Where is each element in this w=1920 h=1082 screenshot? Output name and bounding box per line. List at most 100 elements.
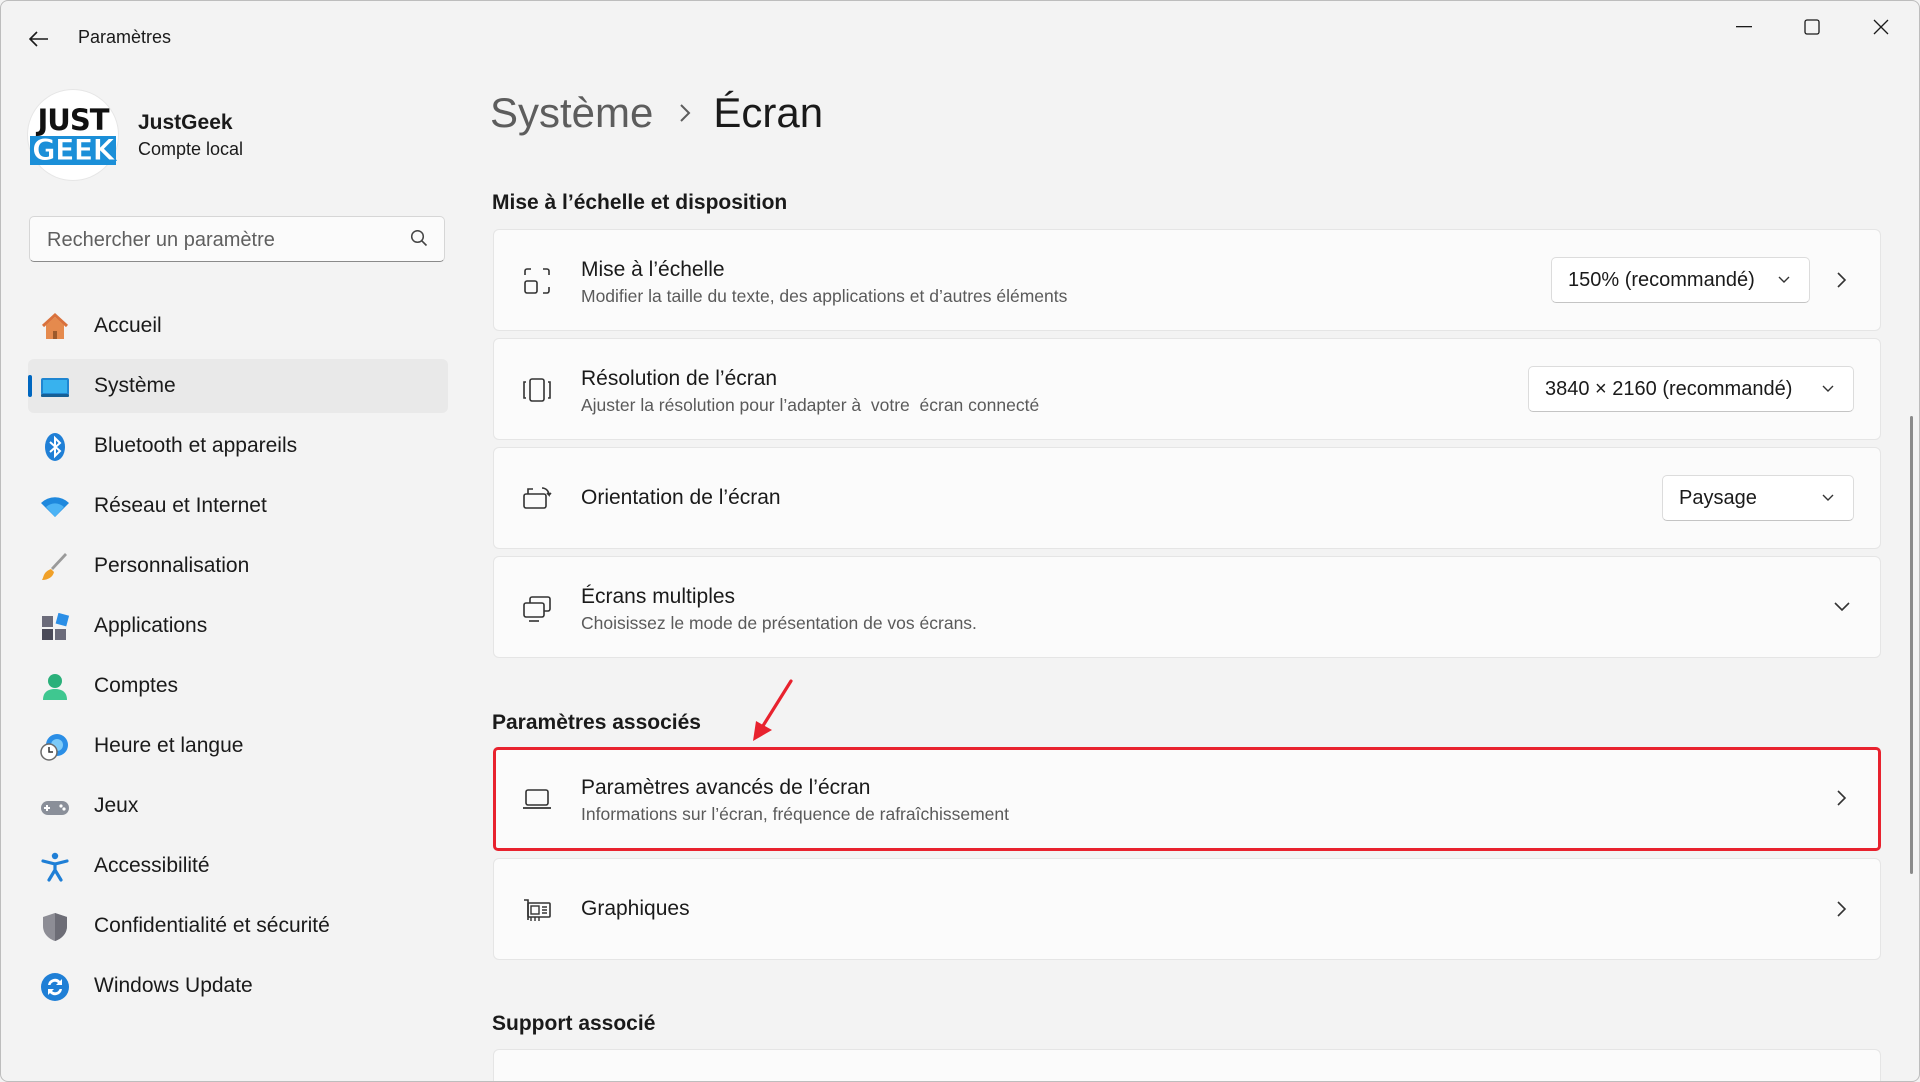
scale-dropdown[interactable]: 150% (recommandé): [1551, 257, 1810, 303]
orientation-icon: [520, 482, 554, 516]
multiple-displays-title: Écrans multiples: [581, 585, 736, 608]
sidebar-item-label: Réseau et Internet: [94, 494, 267, 517]
breadcrumb-parent[interactable]: Système: [490, 89, 653, 137]
sidebar-item-label: Heure et langue: [94, 734, 244, 757]
advanced-display-title: Paramètres avancés de l’écran: [581, 776, 871, 799]
chevron-down-icon: [1821, 381, 1835, 395]
system-icon: [40, 372, 70, 402]
resolution-dropdown[interactable]: 3840 × 2160 (recommandé): [1528, 366, 1854, 412]
multiple-displays-subtitle: Choisissez le mode de présentation de vo…: [581, 613, 977, 633]
sidebar-item-jeux[interactable]: Jeux: [28, 779, 448, 833]
brush-icon: [40, 552, 70, 582]
sidebar-item-label: Comptes: [94, 674, 179, 697]
annotation-arrow: [749, 677, 795, 743]
maximize-button[interactable]: [1782, 7, 1842, 47]
graphics-card[interactable]: Graphiques: [493, 858, 1881, 960]
user-profile[interactable]: JUST GEEK JustGeek Compte local: [28, 89, 243, 181]
resolution-subtitle: Ajuster la résolution pour l’adapter à v…: [581, 395, 1040, 415]
accessibility-icon: [40, 852, 70, 882]
orientation-dropdown-value: Paysage: [1679, 486, 1757, 509]
minimize-button[interactable]: [1714, 7, 1774, 47]
home-icon: [40, 312, 70, 342]
chevron-down-icon: [1821, 490, 1835, 504]
avatar: JUST GEEK: [28, 90, 118, 180]
accounts-icon: [40, 672, 70, 702]
bluetooth-icon: [40, 432, 70, 462]
scale-icon: [520, 264, 554, 298]
laptop-icon: [520, 782, 554, 816]
update-icon: [40, 972, 70, 1002]
breadcrumb-chevron-icon: [679, 103, 691, 123]
sidebar-item-bluetooth[interactable]: Bluetooth et appareils: [28, 419, 448, 473]
gamepad-icon: [40, 792, 70, 822]
search-icon[interactable]: [410, 229, 428, 247]
advanced-display-subtitle: Informations sur l’écran, fréquence de r…: [581, 804, 1009, 824]
maximize-icon: [1804, 19, 1820, 35]
sidebar-item-label: Bluetooth et appareils: [94, 434, 298, 457]
orientation-title: Orientation de l’écran: [581, 486, 781, 509]
support-card[interactable]: [493, 1049, 1881, 1081]
chevron-right-icon[interactable]: [1832, 788, 1852, 808]
apps-icon: [40, 612, 70, 642]
sidebar-item-label: Applications: [94, 614, 208, 637]
sidebar-item-comptes[interactable]: Comptes: [28, 659, 448, 713]
profile-name: JustGeek: [138, 110, 233, 134]
sidebar-item-applications[interactable]: Applications: [28, 599, 448, 653]
sidebar-item-reseau[interactable]: Réseau et Internet: [28, 479, 448, 533]
shield-icon: [40, 912, 70, 942]
search-box[interactable]: [29, 216, 445, 263]
graphics-card-icon: [520, 893, 554, 927]
multiple-displays-icon: [520, 591, 554, 625]
sidebar-item-label: Accueil: [94, 314, 162, 337]
page-title: Écran: [713, 89, 824, 136]
close-icon: [1873, 19, 1889, 35]
multiple-displays-card[interactable]: Écrans multiples Choisissez le mode de p…: [493, 556, 1881, 658]
sidebar-item-systeme[interactable]: Système: [28, 359, 448, 413]
resolution-setting-card[interactable]: Résolution de l’écran Ajuster la résolut…: [493, 338, 1881, 440]
sidebar-item-label: Personnalisation: [94, 554, 250, 577]
chevron-right-icon[interactable]: [1832, 270, 1852, 290]
scale-setting-card[interactable]: Mise à l’échelle Modifier la taille du t…: [493, 229, 1881, 331]
scale-dropdown-value: 150% (recommandé): [1568, 268, 1755, 291]
wifi-icon: [40, 492, 70, 522]
chevron-down-icon: [1777, 272, 1791, 286]
sidebar-item-label: Accessibilité: [94, 854, 210, 877]
back-arrow-icon: [29, 31, 49, 47]
title-bar: Paramètres: [1, 1, 1919, 71]
sidebar-item-label: Windows Update: [94, 974, 253, 997]
time-language-icon: [40, 732, 70, 762]
chevron-down-icon[interactable]: [1832, 597, 1852, 617]
sidebar-item-windows-update[interactable]: Windows Update: [28, 959, 448, 1013]
breadcrumb: Système Écran: [490, 89, 823, 137]
back-button[interactable]: [21, 21, 57, 57]
minimize-icon: [1736, 26, 1752, 28]
app-title: Paramètres: [78, 27, 172, 47]
logo-text-bottom: GEEK: [30, 132, 116, 167]
sidebar-item-confidentialite[interactable]: Confidentialité et sécurité: [28, 899, 448, 953]
close-button[interactable]: [1851, 7, 1911, 47]
logo-text-top: JUST: [37, 102, 109, 137]
profile-account-type: Compte local: [138, 138, 244, 159]
resolution-icon: [520, 373, 554, 407]
sidebar-item-label: Jeux: [94, 794, 139, 817]
resolution-title: Résolution de l’écran: [581, 367, 778, 390]
scrollbar-thumb[interactable]: [1910, 416, 1913, 874]
sidebar-item-accessibilite[interactable]: Accessibilité: [28, 839, 448, 893]
section-title-scale-layout: Mise à l’échelle et disposition: [492, 191, 788, 214]
sidebar-item-personnalisation[interactable]: Personnalisation: [28, 539, 448, 593]
section-title-related-settings: Paramètres associés: [492, 711, 701, 734]
orientation-setting-card[interactable]: Orientation de l’écran Paysage: [493, 447, 1881, 549]
search-input[interactable]: [45, 217, 389, 263]
sidebar-item-heure-langue[interactable]: Heure et langue: [28, 719, 448, 773]
scale-title: Mise à l’échelle: [581, 258, 725, 281]
orientation-dropdown[interactable]: Paysage: [1662, 475, 1854, 521]
graphics-title: Graphiques: [581, 897, 690, 920]
chevron-right-icon[interactable]: [1832, 899, 1852, 919]
sidebar-item-label: Système: [94, 374, 176, 397]
resolution-dropdown-value: 3840 × 2160 (recommandé): [1545, 377, 1793, 400]
advanced-display-card[interactable]: Paramètres avancés de l’écran Informatio…: [493, 747, 1881, 851]
sidebar-nav: Accueil Système Bluetooth et appareils R…: [28, 299, 448, 1019]
section-title-related-support: Support associé: [492, 1012, 656, 1035]
settings-window: Paramètres JUST GEEK JustGeek Compte loc…: [0, 0, 1920, 1082]
sidebar-item-accueil[interactable]: Accueil: [28, 299, 448, 353]
